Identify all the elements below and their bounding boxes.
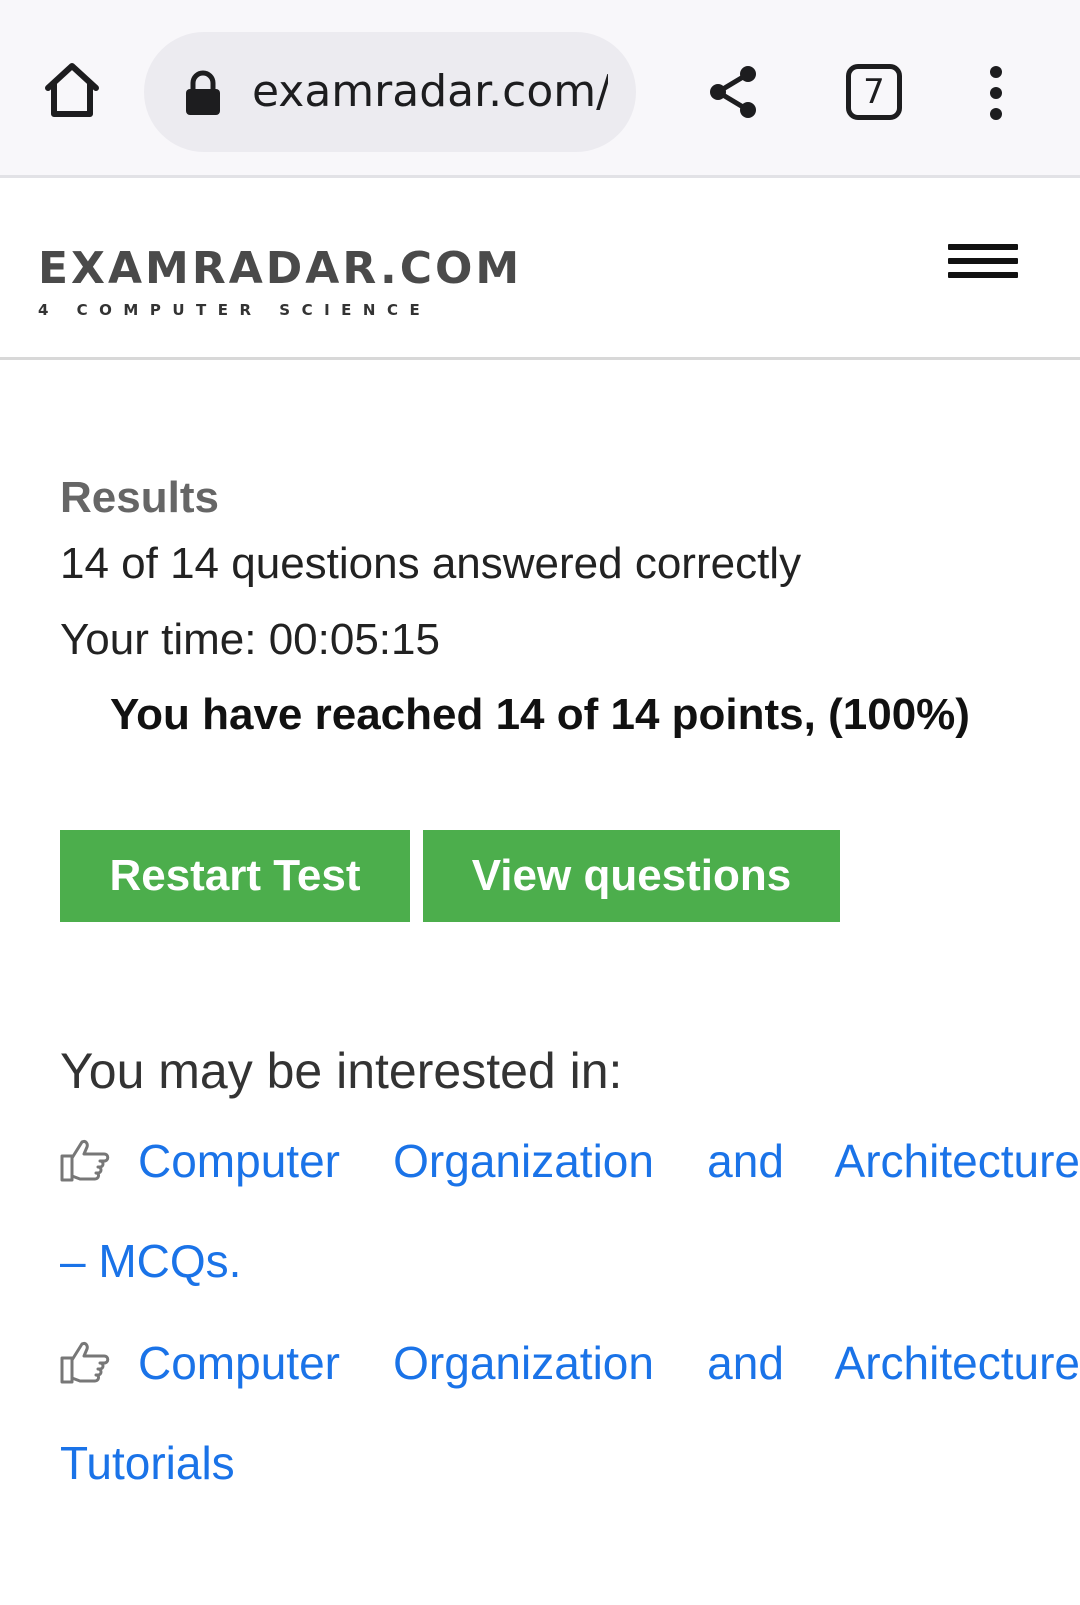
view-questions-button[interactable]: View questions: [423, 830, 840, 922]
pointing-hand-icon: [60, 1138, 110, 1182]
pointing-hand-icon: [60, 1340, 110, 1384]
home-icon[interactable]: [40, 58, 104, 122]
url-text: examradar.com/c: [252, 66, 608, 117]
address-bar[interactable]: examradar.com/c: [144, 32, 636, 152]
related-link-line: Computer Organization and Architecture: [138, 1135, 1080, 1187]
site-tagline: 4 COMPUTER SCIENCE: [38, 301, 432, 319]
results-points: You have reached 14 of 14 points, (100%): [110, 690, 970, 739]
restart-test-button[interactable]: Restart Test: [60, 830, 410, 922]
related-link-line: Tutorials: [60, 1437, 235, 1489]
tabs-icon[interactable]: 7: [846, 64, 902, 120]
results-summary: 14 of 14 questions answered correctly: [60, 539, 802, 588]
results-time: Your time: 00:05:15: [60, 615, 440, 664]
hamburger-icon[interactable]: [948, 244, 1018, 284]
related-link-line: Computer Organization and Architecture: [138, 1337, 1080, 1389]
related-heading: You may be interested in:: [60, 1043, 623, 1099]
site-header: EXAMRADAR.COM 4 COMPUTER SCIENCE: [0, 178, 1080, 360]
browser-toolbar: examradar.com/c 7: [0, 0, 1080, 178]
results-heading: Results: [60, 473, 219, 522]
related-link-line: – MCQs.: [60, 1235, 242, 1287]
share-icon[interactable]: [706, 64, 762, 120]
lock-icon: [184, 70, 222, 116]
results-panel: Results 14 of 14 questions answered corr…: [60, 470, 1020, 678]
site-logo[interactable]: EXAMRADAR.COM: [38, 244, 522, 294]
more-vert-icon[interactable]: [972, 64, 1020, 122]
